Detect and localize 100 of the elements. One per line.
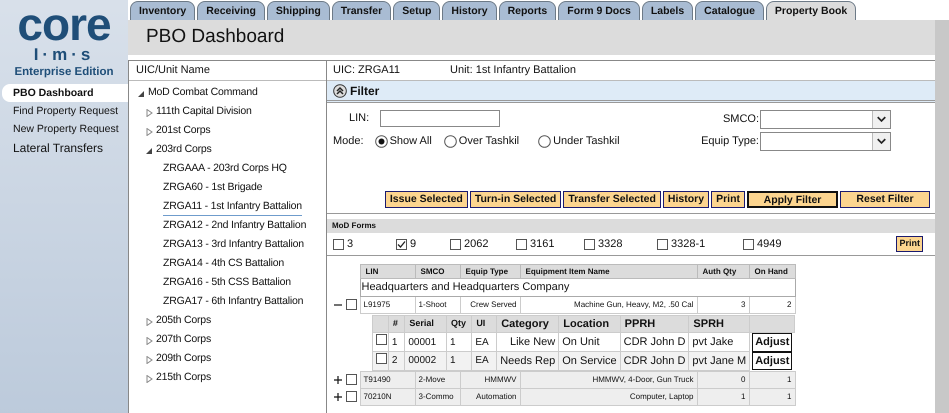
sidebar-item[interactable]: New Property Request — [2, 120, 128, 138]
tree-item[interactable]: 205th Corps — [156, 313, 212, 330]
checkbox[interactable] — [346, 374, 357, 385]
sidebar-item[interactable]: Lateral Transfers — [2, 138, 128, 158]
tree-item[interactable]: 111th Capital Division — [156, 104, 252, 121]
tree-item[interactable]: MoD Combat Command — [148, 85, 258, 102]
checkbox[interactable] — [743, 238, 754, 250]
dropdown-icon[interactable] — [872, 111, 890, 128]
checkbox[interactable] — [376, 334, 387, 346]
checkbox[interactable] — [346, 299, 357, 310]
radio-button[interactable] — [374, 134, 388, 148]
expand-icon[interactable] — [334, 392, 342, 400]
table-cell: 1 — [749, 371, 795, 388]
tree-item[interactable]: 203rd Corps — [156, 142, 212, 159]
action-button[interactable]: History — [662, 191, 710, 208]
checkbox[interactable] — [333, 238, 344, 250]
radio-option[interactable]: Show All — [374, 133, 432, 150]
radio-option[interactable]: Under Tashkil — [538, 133, 620, 150]
table-cell: pvt Jane M — [688, 352, 750, 370]
table-cell: L91975 — [360, 296, 415, 313]
tab[interactable]: Shipping — [266, 1, 330, 20]
field-label: SMCO: — [722, 112, 759, 128]
radio-button[interactable] — [444, 134, 457, 148]
table-cell: HMMWV, 4-Door, Gun Truck — [520, 371, 697, 388]
table-cell: 0 — [697, 371, 749, 388]
tree-item[interactable]: 209th Corps — [156, 351, 212, 368]
collapse-icon[interactable] — [146, 146, 153, 154]
table-cell: 2-Move — [415, 371, 460, 388]
form-label: 3328 — [598, 236, 622, 252]
page-title: PBO Dashboard — [146, 25, 284, 50]
tab[interactable]: Labels — [642, 1, 694, 20]
table-cell: Crew Served — [460, 296, 520, 313]
tab[interactable]: Transfer — [332, 1, 392, 20]
tab[interactable]: Catalogue — [695, 1, 764, 20]
adjust-button[interactable]: Adjust — [752, 352, 792, 370]
tree-item[interactable]: 201st Corps — [156, 123, 210, 140]
form-label: 3161 — [530, 236, 554, 252]
section-title: MoD Forms — [332, 220, 376, 232]
checkbox[interactable] — [450, 238, 461, 250]
checkbox[interactable] — [376, 353, 387, 364]
logo-edition: Enterprise Edition — [14, 65, 114, 80]
action-button[interactable]: Apply Filter — [747, 191, 838, 208]
tab[interactable]: Reports — [498, 1, 556, 20]
table-cell: Computer, Laptop — [520, 388, 697, 405]
adjust-button[interactable]: Adjust — [752, 333, 792, 352]
uic-label: UIC: ZRGA11 — [333, 63, 400, 78]
tree-item[interactable]: ZRGA16 - 5th CSS Battalion — [163, 275, 291, 292]
checkbox[interactable] — [584, 238, 595, 250]
tab[interactable]: Form 9 Docs — [558, 1, 640, 20]
field-label: Equip Type: — [701, 134, 759, 150]
tab[interactable]: Receiving — [197, 1, 265, 20]
action-button[interactable]: Turn-in Selected — [470, 191, 562, 208]
column-header: Auth Qty — [697, 264, 749, 278]
tree-item[interactable]: ZRGA12 - 2nd Infantry Battalion — [163, 218, 306, 235]
table-cell: 1-Shoot — [415, 296, 460, 313]
form-label: 2062 — [464, 236, 488, 252]
action-button[interactable]: Transfer Selected — [563, 191, 661, 208]
table-cell: Automation — [460, 388, 520, 405]
tree-item[interactable]: ZRGA14 - 4th CS Battalion — [163, 256, 284, 273]
action-button[interactable]: Reset Filter — [840, 191, 930, 208]
action-button[interactable]: Issue Selected — [384, 191, 468, 208]
scrollbar[interactable] — [935, 20, 949, 413]
collapse-icon[interactable] — [138, 90, 145, 98]
form-label: 3 — [347, 236, 354, 252]
action-button[interactable]: Print — [711, 191, 745, 208]
filter-header[interactable]: Filter — [327, 81, 935, 103]
dropdown-icon[interactable] — [872, 133, 890, 150]
table-cell: 70210N — [360, 388, 415, 405]
checkbox[interactable] — [396, 238, 407, 250]
table-cell: EA — [472, 352, 497, 370]
tab[interactable]: Setup — [393, 1, 440, 20]
table-cell: 1 — [446, 332, 472, 352]
form-label: 9 — [410, 236, 416, 252]
checkbox[interactable] — [346, 391, 357, 402]
table-cell: T91490 — [360, 371, 415, 388]
table-cell: Machine Gun, Heavy, M2, .50 Cal — [520, 296, 697, 313]
tree-item[interactable]: ZRGA17 - 6th Infantry Battalion — [163, 294, 304, 311]
tree-item[interactable]: ZRGA13 - 3rd Infantry Battalion — [163, 237, 304, 254]
print-button[interactable]: Print — [896, 236, 923, 252]
tree-item[interactable]: ZRGAAA - 203rd Corps HQ — [163, 161, 287, 178]
collapse-icon[interactable] — [333, 84, 347, 98]
checkbox[interactable] — [516, 238, 527, 250]
table-cell: EA — [472, 332, 497, 352]
radio-button[interactable] — [538, 134, 552, 148]
tab[interactable]: History — [442, 1, 497, 20]
checkbox[interactable] — [657, 238, 668, 250]
sidebar-item[interactable]: PBO Dashboard — [2, 84, 128, 102]
tab[interactable]: Property Book — [766, 1, 856, 20]
expand-icon[interactable] — [334, 376, 342, 384]
tree-item[interactable]: 215th Corps — [156, 370, 212, 387]
tree-item[interactable]: ZRGA60 - 1st Brigade — [163, 180, 262, 197]
lin-field[interactable] — [380, 110, 500, 127]
tree-item[interactable]: ZRGA11 - 1st Infantry Battalion — [163, 199, 302, 216]
table-cell: 1 — [446, 352, 472, 370]
radio-option[interactable]: Over Tashkil — [444, 133, 520, 150]
tree-item[interactable]: 207th Corps — [156, 332, 212, 349]
sidebar-item[interactable]: Find Property Request — [2, 102, 128, 120]
table-cell: CDR John D — [620, 352, 689, 370]
tab[interactable]: Inventory — [130, 1, 196, 20]
form-label: 3328-1 — [671, 236, 706, 252]
